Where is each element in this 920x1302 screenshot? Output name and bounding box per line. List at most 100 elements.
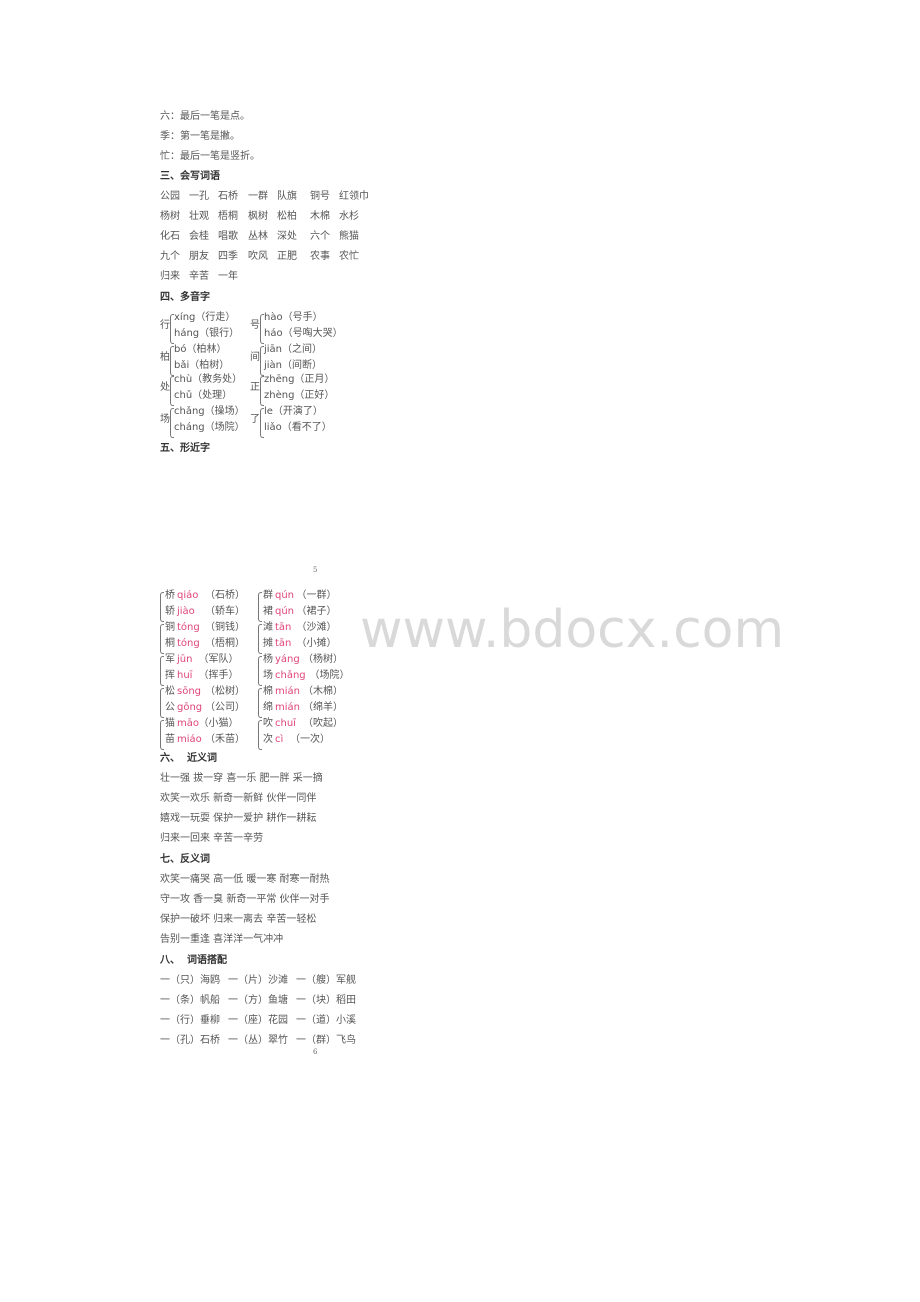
word: 水杉: [339, 211, 359, 222]
pinyin: qún: [275, 606, 295, 617]
pinyin: yáng: [275, 654, 300, 665]
collocation: 一（行）垂柳: [160, 1015, 220, 1026]
stroke-note: 忙：最后一笔是竖折。: [160, 151, 260, 162]
collocation: 一（只）海鸥: [160, 975, 220, 986]
polyphone-char: 行: [160, 320, 170, 331]
example-word: （禾苗）: [205, 734, 245, 745]
similar-char: 轿: [165, 606, 175, 617]
collocation: 一（艘）军舰: [296, 975, 356, 986]
word: 红领巾: [339, 191, 369, 202]
word: 农事: [310, 251, 330, 262]
word: 归来: [160, 271, 180, 282]
pinyin: sōng: [177, 686, 202, 697]
word: 深处: [277, 231, 297, 242]
example-word: （一次）: [290, 734, 330, 745]
reading: cháng（场院）: [174, 422, 245, 433]
word: 一群: [248, 191, 268, 202]
example-word: （场院）: [309, 670, 350, 681]
page-number: 6: [313, 1048, 318, 1056]
reading: háo（号啕大哭）: [264, 328, 343, 339]
word: 公园: [160, 191, 180, 202]
word: 六个: [310, 231, 330, 242]
example-word: （绵羊）: [303, 702, 343, 713]
word: 枫树: [248, 211, 268, 222]
reading: xíng（行走）: [174, 312, 236, 323]
similar-char: 摊: [263, 638, 273, 649]
reading: chǔ（处理）: [174, 390, 233, 401]
similar-char: 杨: [263, 654, 273, 665]
word: 农忙: [339, 251, 359, 262]
section-heading: 七、反义词: [160, 854, 210, 865]
pinyin: gōng: [177, 702, 203, 713]
example-word: （轿车）: [205, 606, 245, 617]
similar-char: 苗: [165, 734, 175, 745]
collocation: 一（丛）翠竹: [228, 1035, 288, 1046]
collocation: 一（方）鱼塘: [228, 995, 288, 1006]
word: 梧桐: [218, 211, 238, 222]
word: 壮观: [189, 211, 209, 222]
reading: zhèng（正好）: [264, 390, 335, 401]
pinyin: qiáo: [177, 590, 199, 601]
similar-char: 次: [263, 734, 273, 745]
pinyin: mián: [275, 686, 300, 697]
synonym-line: 归来一回来 辛苦一辛劳: [160, 833, 264, 844]
example-word: （松树）: [205, 686, 245, 697]
pinyin: mián: [275, 702, 300, 713]
stroke-note: 六：最后一笔是点。: [160, 111, 250, 122]
brace: [160, 688, 164, 718]
word: 正肥: [277, 251, 297, 262]
pinyin: tān: [275, 638, 292, 649]
brace: [258, 656, 262, 686]
stroke-note: 季：第一笔是撇。: [160, 131, 240, 142]
similar-char: 挥: [165, 670, 175, 681]
synonym-line: 壮一强 拔一穿 喜一乐 肥一胖 采一摘: [160, 773, 323, 784]
word: 杨树: [160, 211, 180, 222]
reading: le（开演了）: [264, 406, 323, 417]
word: 丛林: [248, 231, 268, 242]
example-word: （裙子）: [296, 606, 337, 617]
synonym-line: 嬉戏一玩耍 保护一爱护 耕作一耕耘: [160, 813, 317, 824]
polyphone-char: 号: [250, 320, 260, 331]
reading: jiān（之间）: [264, 344, 323, 355]
collocation: 一（孔）石桥: [160, 1035, 220, 1046]
reading: chǎng（操场）: [174, 406, 245, 417]
similar-char: 绵: [263, 702, 273, 713]
example-word: （挥手）: [198, 670, 239, 681]
document-page: www.bdocx.com 六：最后一笔是点。 季：第一笔是撇。 忙：最后一笔是…: [0, 0, 920, 1302]
example-word: （军队）: [198, 654, 239, 665]
brace: [160, 720, 164, 750]
brace: [258, 592, 262, 622]
word: 松柏: [277, 211, 297, 222]
word: 队旗: [277, 191, 297, 202]
word: 熊猫: [339, 231, 359, 242]
reading: liǎo（看不了）: [264, 422, 332, 433]
section-heading: 三、会写词语: [160, 171, 220, 182]
polyphone-char: 正: [250, 382, 260, 393]
similar-char: 吹: [263, 718, 273, 729]
word: 一孔: [189, 191, 209, 202]
pinyin: tān: [275, 622, 292, 633]
example-word: （一群）: [296, 590, 337, 601]
pinyin: miáo: [177, 734, 202, 745]
pinyin: huī: [177, 670, 193, 681]
similar-char: 裙: [263, 606, 273, 617]
collocation: 一（座）花园: [228, 1015, 288, 1026]
synonym-line: 欢笑一欢乐 新奇一新鲜 伙伴一同伴: [160, 793, 317, 804]
antonym-line: 守一攻 香一臭 新奇一平常 伙伴一对手: [160, 894, 330, 905]
antonym-line: 告别一重逢 喜洋洋一气冲冲: [160, 934, 284, 945]
example-word: （梧桐）: [205, 638, 245, 649]
word: 化石: [160, 231, 180, 242]
reading: hào（号手）: [264, 312, 323, 323]
word: 会桂: [189, 231, 209, 242]
similar-char: 棉: [263, 686, 273, 697]
word: 九个: [160, 251, 180, 262]
brace: [258, 720, 262, 750]
polyphone-char: 柏: [160, 352, 170, 363]
word: 石桥: [218, 191, 238, 202]
word: 辛苦: [189, 271, 209, 282]
similar-char: 滩: [263, 622, 273, 633]
example-word: （小猫）: [198, 718, 239, 729]
similar-char: 松: [165, 686, 175, 697]
similar-char: 军: [165, 654, 175, 665]
pinyin: māo: [177, 718, 199, 729]
